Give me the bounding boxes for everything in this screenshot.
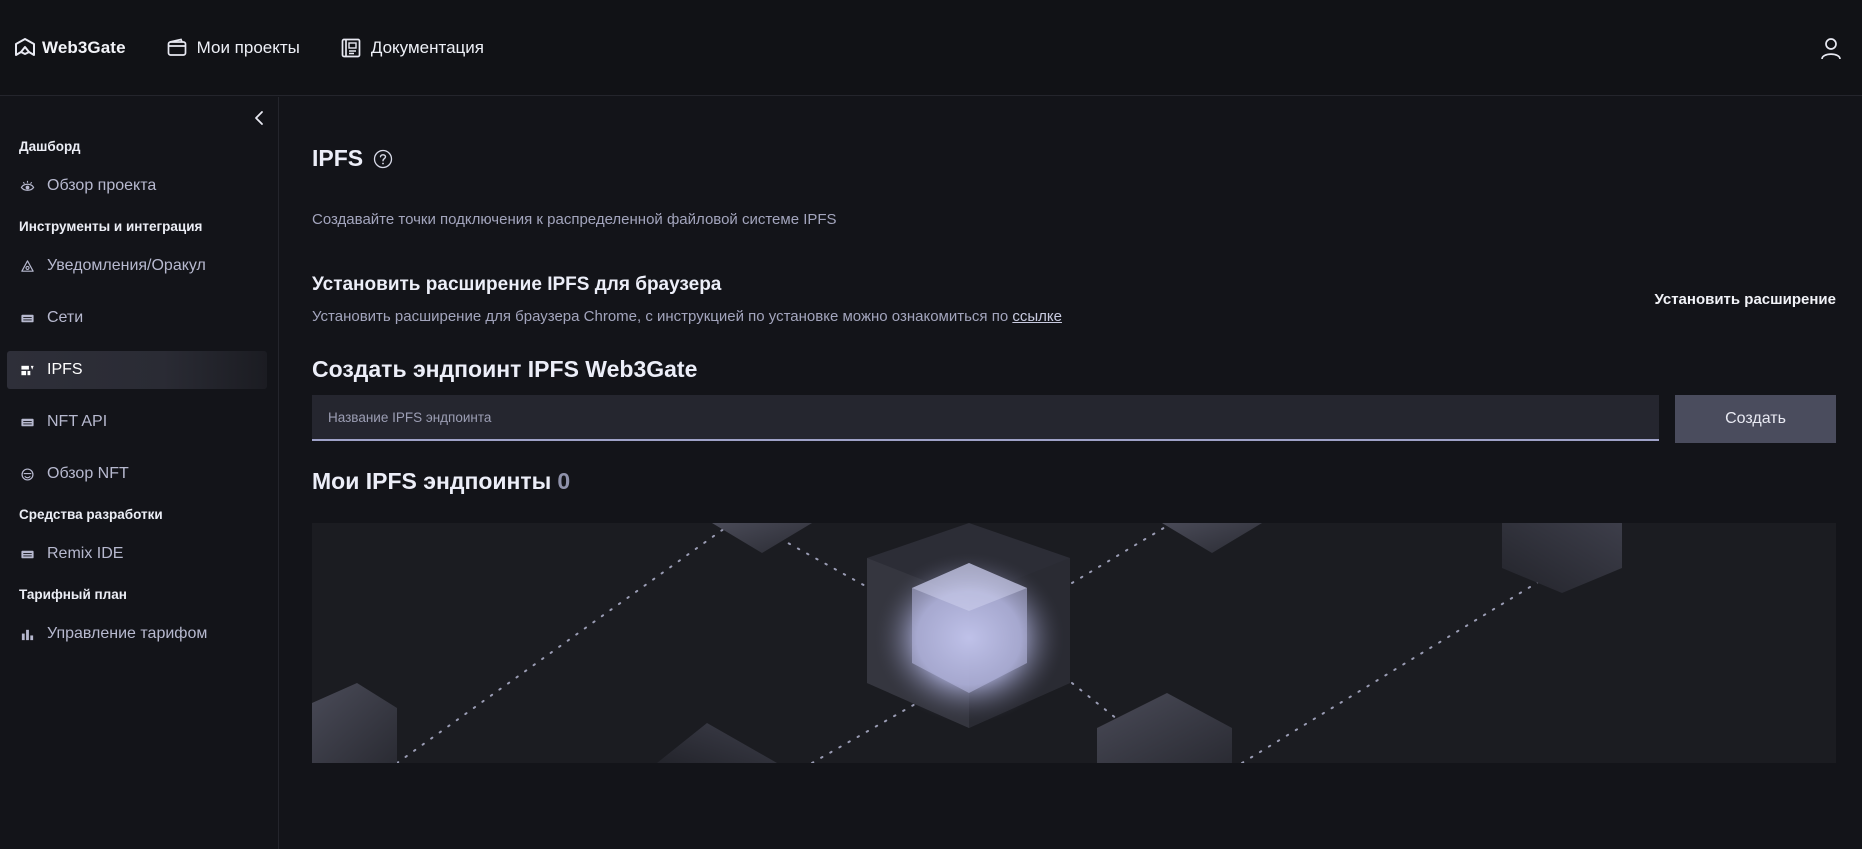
sidebar-item-notifications[interactable]: Уведомления/Оракул — [7, 247, 267, 285]
sidebar-item-label: Обзор проекта — [47, 177, 157, 194]
sidebar-item-nft-overview[interactable]: Обзор NFT — [7, 455, 267, 493]
top-bar: Web3Gate Мои проекты Документация — [0, 0, 1862, 96]
sidebar-section-dev-tools: Средства разработки — [19, 507, 163, 522]
network-icon — [19, 310, 35, 326]
instructions-link[interactable]: ссылке — [1012, 308, 1062, 325]
sidebar-item-label: NFT API — [47, 413, 108, 430]
sidebar-item-label: Remix IDE — [47, 545, 124, 562]
sidebar-section-plan: Тарифный план — [19, 587, 127, 602]
sidebar-item-remix-ide[interactable]: Remix IDE — [7, 535, 267, 573]
sidebar-item-label: Обзор NFT — [47, 465, 129, 482]
create-endpoint-title: Создать эндпоинт IPFS Web3Gate — [312, 356, 698, 382]
sidebar-section-tools: Инструменты и интеграция — [19, 219, 203, 234]
nav-documentation[interactable]: Документация — [340, 37, 484, 59]
sidebar-item-ipfs[interactable]: IPFS — [7, 351, 267, 389]
docs-icon — [341, 38, 361, 57]
page-title-text: IPFS — [312, 145, 364, 171]
eye-icon — [19, 178, 35, 194]
nft-icon — [19, 466, 35, 482]
logo[interactable]: Web3Gate — [14, 37, 126, 59]
sidebar-item-plan-management[interactable]: Управление тарифом — [7, 615, 267, 653]
user-icon[interactable] — [1820, 37, 1842, 61]
sidebar-item-label: IPFS — [47, 361, 83, 378]
help-icon[interactable] — [373, 149, 393, 169]
nav-documentation-label: Документация — [370, 37, 484, 57]
sidebar-item-project-overview[interactable]: Обзор проекта — [7, 167, 267, 205]
my-endpoints-title-text: Мои IPFS эндпоинты — [312, 468, 552, 494]
logo-text: Web3Gate — [42, 37, 126, 57]
web3gate-logo-icon — [15, 37, 35, 56]
sidebar-item-nft-api[interactable]: NFT API — [7, 403, 267, 441]
main-content: IPFS Создавайте точки подключения к расп… — [312, 97, 1836, 849]
extension-title: Установить расширение IPFS для браузера — [312, 274, 722, 295]
chart-bars-icon — [19, 626, 35, 642]
sidebar: Дашборд Обзор проекта Инструменты и инте… — [0, 97, 279, 849]
nav-my-projects-label: Мои проекты — [196, 37, 300, 57]
my-endpoints-title: Мои IPFS эндпоинты 0 — [312, 468, 570, 495]
api-icon — [19, 414, 35, 430]
sidebar-item-networks[interactable]: Сети — [7, 299, 267, 337]
chevron-left-icon[interactable] — [251, 109, 269, 127]
create-button[interactable]: Создать — [1675, 395, 1836, 443]
extension-description: Установить расширение для браузера Chrom… — [312, 308, 1062, 325]
ipfs-icon — [19, 362, 35, 378]
sidebar-item-label: Сети — [47, 309, 84, 326]
install-extension-button[interactable]: Установить расширение — [1654, 291, 1836, 308]
nav-my-projects[interactable]: Мои проекты — [166, 37, 300, 59]
page-title: IPFS — [312, 145, 393, 172]
code-icon — [19, 546, 35, 562]
wallet-icon — [167, 38, 186, 56]
endpoint-name-input[interactable] — [312, 395, 1659, 441]
sidebar-item-label: Управление тарифом — [47, 625, 208, 642]
empty-state-illustration — [312, 523, 1836, 763]
sidebar-section-dashboard: Дашборд — [19, 139, 81, 154]
bell-icon — [19, 258, 35, 274]
extension-description-text: Установить расширение для браузера Chrom… — [312, 308, 1009, 325]
sidebar-item-label: Уведомления/Оракул — [47, 257, 206, 274]
endpoints-count: 0 — [557, 468, 571, 494]
page-subtitle: Создавайте точки подключения к распредел… — [312, 211, 837, 228]
